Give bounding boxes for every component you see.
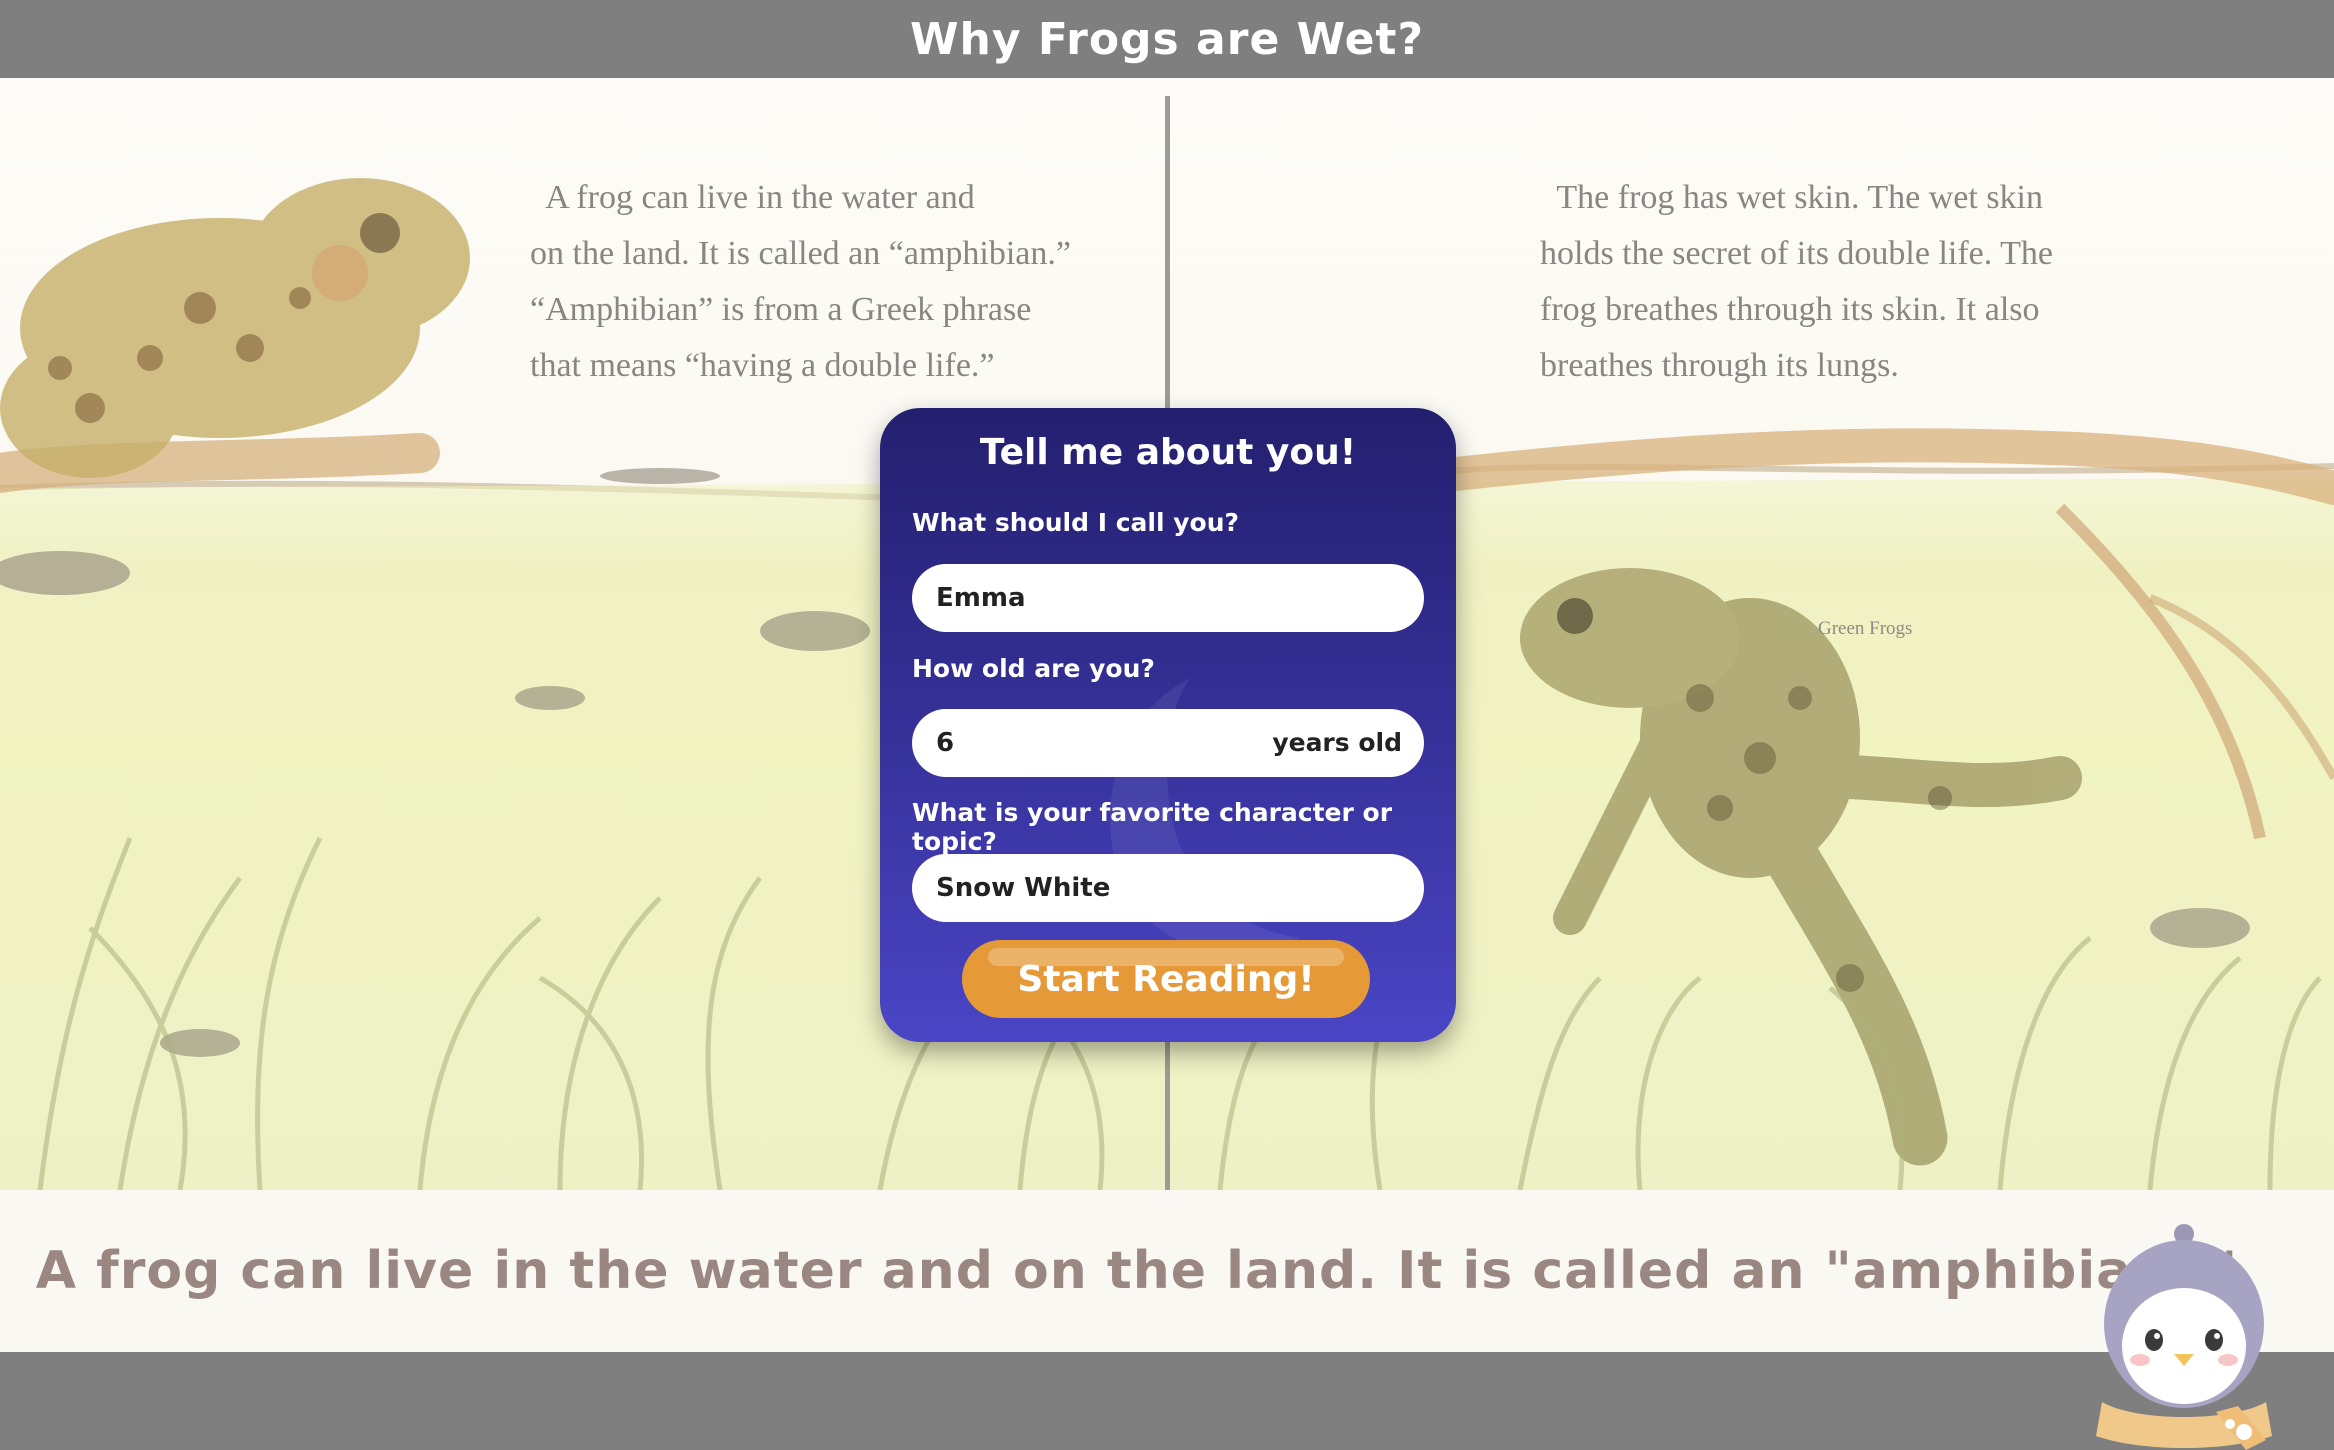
start-reading-button[interactable]: Start Reading!: [962, 940, 1370, 1018]
left-page-line: that means “having a double life.”: [530, 347, 995, 384]
dialog-title: Tell me about you!: [979, 432, 1357, 473]
left-page-text: A frog can live in the water and on the …: [530, 170, 1071, 394]
left-page-line: A frog can live in the water and: [530, 179, 975, 216]
penguin-mascot-icon[interactable]: [2096, 1222, 2272, 1450]
right-page-text: The frog has wet skin. The wet skin hold…: [1540, 170, 2053, 394]
left-page-line: on the land. It is called an “amphibian.…: [530, 235, 1071, 272]
right-page-line: breathes through its lungs.: [1540, 347, 1899, 384]
right-page-line: The frog has wet skin. The wet skin: [1540, 179, 2043, 216]
right-page-line: holds the secret of its double life. The: [1540, 235, 2054, 272]
left-page-line: “Amphibian” is from a Greek phrase: [530, 291, 1032, 328]
top-bar: Why Frogs are Wet?: [0, 0, 2334, 78]
book-title: Why Frogs are Wet?: [910, 13, 1424, 65]
narration-caption: A frog can live in the water and on the …: [35, 1241, 2239, 1301]
age-suffix: years old: [1272, 728, 1402, 757]
right-page-line: frog breathes through its skin. It also: [1540, 291, 2040, 328]
bottom-bar: [0, 1352, 2334, 1450]
start-reading-label: Start Reading!: [1017, 958, 1315, 1000]
topic-input[interactable]: [912, 854, 1424, 922]
name-input[interactable]: [912, 564, 1424, 632]
figure-label: Green Frogs: [1818, 618, 1913, 639]
profile-dialog: Tell me about you! What should I call yo…: [880, 408, 1456, 1042]
age-label: How old are you?: [912, 654, 1155, 683]
name-label: What should I call you?: [912, 508, 1240, 537]
caption-bar: A frog can live in the water and on the …: [0, 1190, 2334, 1352]
topic-label: What is your favorite character or topic…: [912, 798, 1393, 856]
